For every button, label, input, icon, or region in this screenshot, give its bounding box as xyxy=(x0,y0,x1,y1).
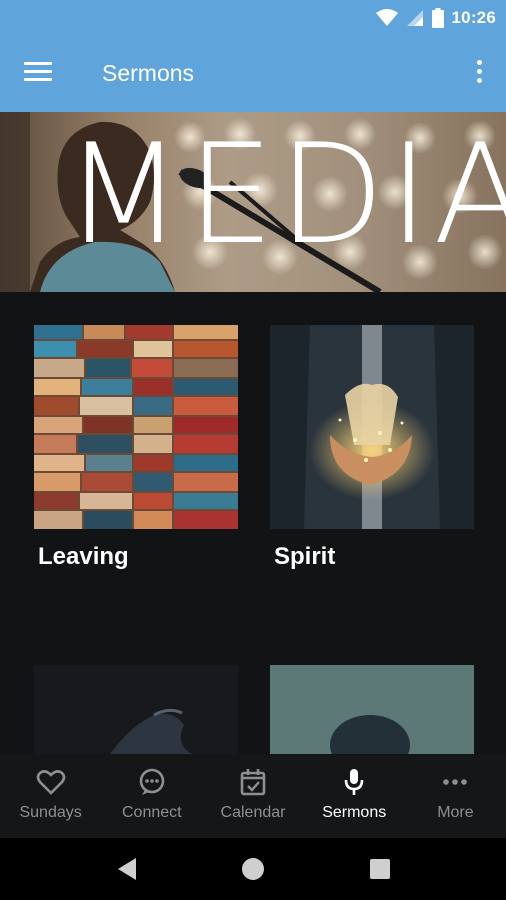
home-icon[interactable] xyxy=(238,854,268,884)
nav-item-connect[interactable]: Connect xyxy=(101,754,202,838)
nav-item-sermons[interactable]: Sermons xyxy=(304,754,405,838)
menu-icon[interactable] xyxy=(24,62,52,86)
series-card-leaving[interactable]: Leaving xyxy=(34,325,238,570)
microphone-icon xyxy=(344,769,364,795)
recents-icon[interactable] xyxy=(365,854,395,884)
raised-hand-image xyxy=(34,665,238,754)
chat-bubble-icon xyxy=(139,768,165,795)
battery-icon xyxy=(431,8,444,28)
nav-label: Calendar xyxy=(220,804,286,821)
signal-icon xyxy=(406,10,423,26)
app-bar: Sermons xyxy=(0,36,506,112)
series-thumbnail xyxy=(34,325,238,529)
suitcases-image xyxy=(34,325,238,529)
series-thumbnail xyxy=(270,325,474,529)
nav-item-sundays[interactable]: Sundays xyxy=(0,754,101,838)
nav-item-calendar[interactable]: Calendar xyxy=(202,754,303,838)
calendar-icon xyxy=(240,769,266,796)
system-navigation-bar xyxy=(0,838,506,900)
series-title: Leaving xyxy=(38,543,129,570)
status-time: 10:26 xyxy=(451,8,496,27)
series-thumbnail xyxy=(270,665,474,754)
media-hero-banner: MEDIA xyxy=(0,112,506,292)
hands-lights-image xyxy=(270,325,474,529)
series-card-spirit[interactable]: Spirit xyxy=(270,325,474,570)
series-title: Spirit xyxy=(274,543,336,570)
series-card-fourth[interactable] xyxy=(270,665,474,754)
series-grid: Leaving Spirit xyxy=(0,292,506,754)
status-icons: 10:26 xyxy=(375,7,496,29)
nav-item-more[interactable]: More xyxy=(405,754,506,838)
hero-title: MEDIA xyxy=(64,114,506,275)
page-title: Sermons xyxy=(102,60,195,86)
more-vert-icon[interactable] xyxy=(474,60,484,88)
bottom-navigation: Sundays Connect Calendar Sermons More xyxy=(0,754,506,838)
wifi-icon xyxy=(375,9,398,26)
nav-label: More xyxy=(437,804,474,821)
nav-label: Connect xyxy=(122,804,182,821)
series-card-third[interactable] xyxy=(34,665,238,754)
person-teal-image xyxy=(270,665,474,754)
series-thumbnail xyxy=(34,665,238,754)
heart-icon xyxy=(36,770,65,795)
status-bar: 10:26 xyxy=(0,0,506,36)
back-icon[interactable] xyxy=(112,854,142,884)
nav-label: Sermons xyxy=(322,804,387,821)
more-horiz-icon xyxy=(443,779,468,785)
nav-label: Sundays xyxy=(19,804,82,821)
